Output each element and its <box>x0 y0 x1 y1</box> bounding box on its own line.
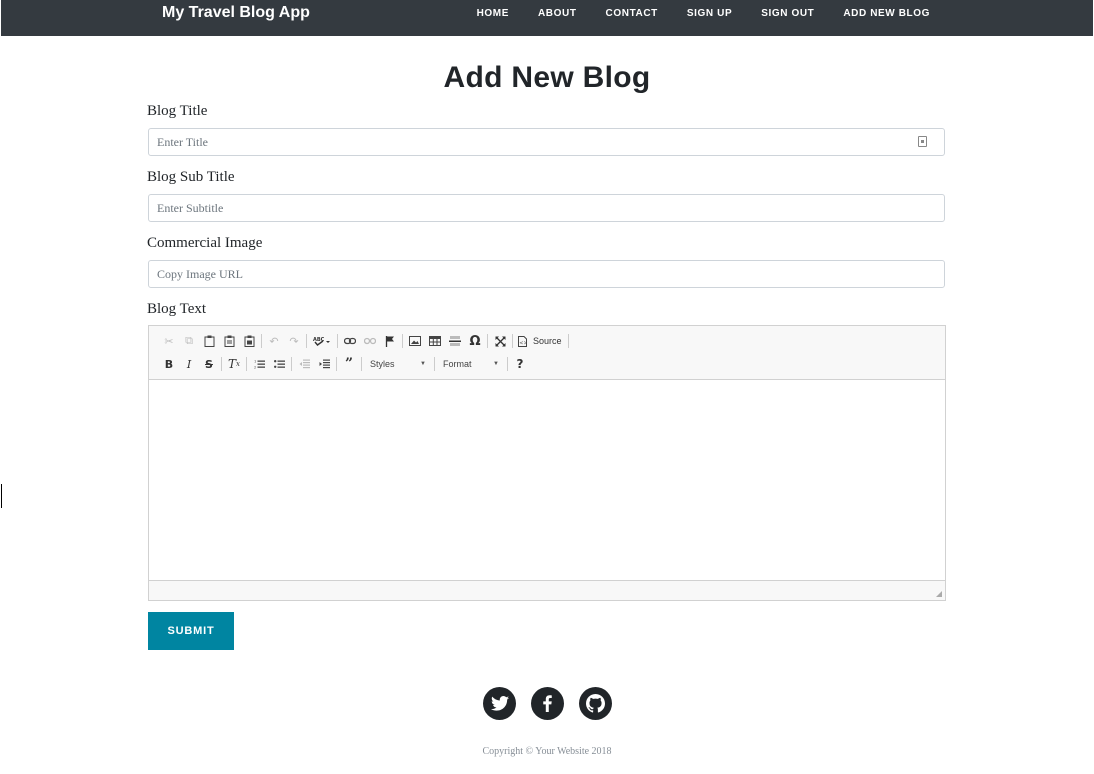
link-icon[interactable] <box>340 331 360 351</box>
toolbar-separator <box>434 357 435 371</box>
remove-format-icon[interactable]: Tx <box>224 354 244 374</box>
blockquote-icon[interactable]: ” <box>339 354 359 374</box>
chevron-down-icon: ▼ <box>420 361 426 367</box>
undo-icon[interactable]: ↶ <box>264 331 284 351</box>
blog-subtitle-label: Blog Sub Title <box>147 169 235 185</box>
toolbar-separator <box>336 357 337 371</box>
toolbar-separator <box>361 357 362 371</box>
toolbar-separator <box>567 334 569 348</box>
anchor-flag-icon[interactable] <box>380 331 400 351</box>
bulleted-list-icon[interactable] <box>269 354 289 374</box>
nav-link-sign-up[interactable]: SIGN UP <box>687 8 732 19</box>
format-dropdown-label: Format <box>443 359 472 369</box>
submit-button[interactable]: SUBMIT <box>148 612 234 650</box>
numbered-list-icon[interactable]: 12 <box>249 354 269 374</box>
commercial-image-label: Commercial Image <box>147 235 263 251</box>
toolbar-separator <box>306 334 307 348</box>
facebook-icon <box>543 695 552 712</box>
brand-logo-text[interactable]: My Travel Blog App <box>162 4 310 22</box>
svg-text:2: 2 <box>254 366 256 370</box>
toolbar-separator <box>337 334 338 348</box>
nav-link-about[interactable]: ABOUT <box>538 8 577 19</box>
toolbar-separator <box>507 357 508 371</box>
toolbar-separator <box>487 334 488 348</box>
source-icon[interactable]: <> <box>515 331 529 351</box>
toolbar-separator <box>246 357 247 371</box>
spellcheck-icon[interactable]: ABC <box>309 331 335 351</box>
styles-dropdown[interactable]: Styles ▼ <box>364 354 432 374</box>
help-icon[interactable]: ? <box>510 354 530 374</box>
svg-text:1: 1 <box>254 360 256 364</box>
source-button[interactable]: Source <box>529 331 566 351</box>
nav-link-home[interactable]: HOME <box>477 8 509 19</box>
format-dropdown[interactable]: Format ▼ <box>437 354 505 374</box>
maximize-icon[interactable] <box>490 331 510 351</box>
editor-content-area[interactable] <box>149 381 945 580</box>
toolbar-separator <box>261 334 262 348</box>
italic-icon[interactable]: I <box>179 354 199 374</box>
editor-status-bar <box>149 580 945 600</box>
image-icon[interactable] <box>405 331 425 351</box>
styles-dropdown-label: Styles <box>370 359 395 369</box>
facebook-button[interactable] <box>531 687 564 720</box>
blog-title-label: Blog Title <box>147 103 208 119</box>
paste-text-icon[interactable] <box>219 331 239 351</box>
commercial-image-input[interactable] <box>148 260 945 288</box>
svg-text:<>: <> <box>519 340 527 346</box>
chevron-down-icon: ▼ <box>493 361 499 367</box>
bold-icon[interactable]: B <box>159 354 179 374</box>
paste-word-icon[interactable] <box>239 331 259 351</box>
rich-text-editor: ✂ ⧉ ↶ ↷ ABC Ω <> Source B I S T x 1 2 ” … <box>148 325 946 601</box>
twitter-button[interactable] <box>483 687 516 720</box>
twitter-icon <box>490 696 509 711</box>
github-icon <box>586 694 605 713</box>
unlink-icon[interactable] <box>360 331 380 351</box>
strikethrough-icon[interactable]: S <box>199 354 219 374</box>
copy-icon[interactable]: ⧉ <box>179 331 199 351</box>
autofill-icon[interactable] <box>918 136 927 147</box>
resize-handle-icon[interactable] <box>936 591 942 597</box>
nav-links: HOME ABOUT CONTACT SIGN UP SIGN OUT ADD … <box>448 8 930 19</box>
toolbar-separator <box>402 334 403 348</box>
nav-link-contact[interactable]: CONTACT <box>606 8 658 19</box>
special-character-icon[interactable]: Ω <box>465 331 485 351</box>
toolbar-separator <box>512 334 513 348</box>
toolbar-separator <box>291 357 292 371</box>
redo-icon[interactable]: ↷ <box>284 331 304 351</box>
nav-link-add-new-blog[interactable]: ADD NEW BLOG <box>843 8 930 19</box>
horizontal-line-icon[interactable] <box>445 331 465 351</box>
svg-text:ABC: ABC <box>313 337 325 343</box>
editor-toolbar: ✂ ⧉ ↶ ↷ ABC Ω <> Source B I S T x 1 2 ” … <box>149 326 945 380</box>
github-button[interactable] <box>579 687 612 720</box>
table-icon[interactable] <box>425 331 445 351</box>
text-cursor <box>1 484 2 508</box>
increase-indent-icon[interactable] <box>314 354 334 374</box>
toolbar-separator <box>221 357 222 371</box>
nav-link-sign-out[interactable]: SIGN OUT <box>761 8 814 19</box>
paste-icon[interactable] <box>199 331 219 351</box>
copyright-text: Copyright © Your Website 2018 <box>482 746 612 757</box>
navbar: My Travel Blog App HOME ABOUT CONTACT SI… <box>1 0 1093 36</box>
blog-title-input[interactable] <box>148 128 945 156</box>
cut-icon[interactable]: ✂ <box>159 331 179 351</box>
blog-subtitle-input[interactable] <box>148 194 945 222</box>
page-title: Add New Blog <box>443 61 651 94</box>
decrease-indent-icon[interactable] <box>294 354 314 374</box>
blog-text-label: Blog Text <box>147 301 207 317</box>
